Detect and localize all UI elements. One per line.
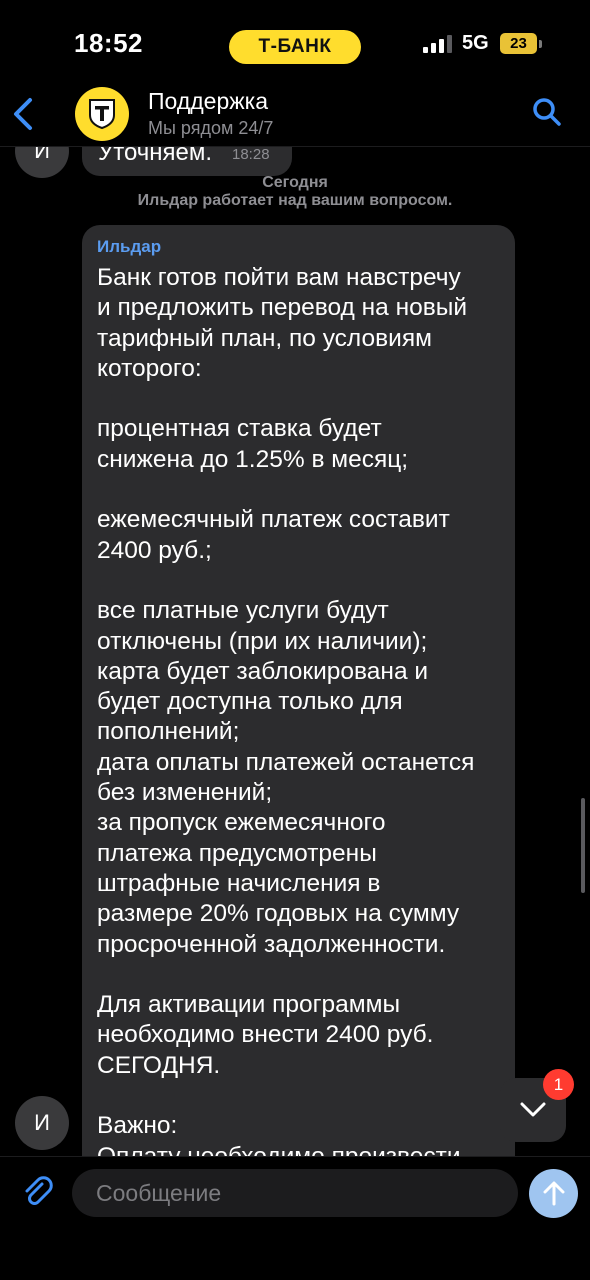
message-bubble[interactable]: Уточняем. 18:28 [82,146,292,176]
chat-screen: 18:52 Т‑БАНК 5G 23 Поддержка Мы рядом 24… [0,0,590,1280]
send-button[interactable] [529,1169,578,1218]
paperclip-icon[interactable] [20,1175,54,1209]
bank-logo-avatar[interactable] [75,87,129,141]
unread-badge: 1 [543,1069,574,1100]
message-list[interactable]: И Уточняем. 18:28 Сегодня Ильдар работае… [0,146,590,1156]
composer-bar [0,1156,590,1280]
search-icon[interactable] [531,96,563,128]
brand-pill: Т‑БАНК [229,30,361,64]
status-time: 18:52 [74,28,143,58]
signal-icon [423,35,452,53]
message-sender: Ильдар [97,237,162,256]
network-label: 5G [462,32,489,54]
message-text: Банк готов пойти вам навстречу и предлож… [97,264,475,1156]
battery-cap [539,40,542,48]
bank-shield-icon [89,99,115,129]
system-note: Ильдар работает над вашим вопросом. [137,192,453,209]
battery-icon: 23 [500,33,537,54]
chat-title[interactable]: Поддержка [148,88,268,115]
chat-header: Поддержка Мы рядом 24/7 [0,84,590,147]
chevron-down-icon [520,1102,546,1117]
chevron-left-icon[interactable] [8,96,38,132]
scrollbar[interactable] [581,798,585,893]
arrow-up-icon [543,1181,565,1206]
status-bar: 18:52 Т‑БАНК 5G 23 [0,0,590,84]
date-separator: Сегодня [262,174,328,191]
message-time: 18:28 [232,146,270,163]
message-text: Уточняем. [98,146,213,166]
chat-subtitle: Мы рядом 24/7 [148,118,274,138]
avatar[interactable]: И [15,1096,69,1150]
message-input[interactable] [72,1169,518,1217]
message-bubble[interactable]: Ильдар Банк готов пойти вам навстречу и … [82,225,515,1156]
